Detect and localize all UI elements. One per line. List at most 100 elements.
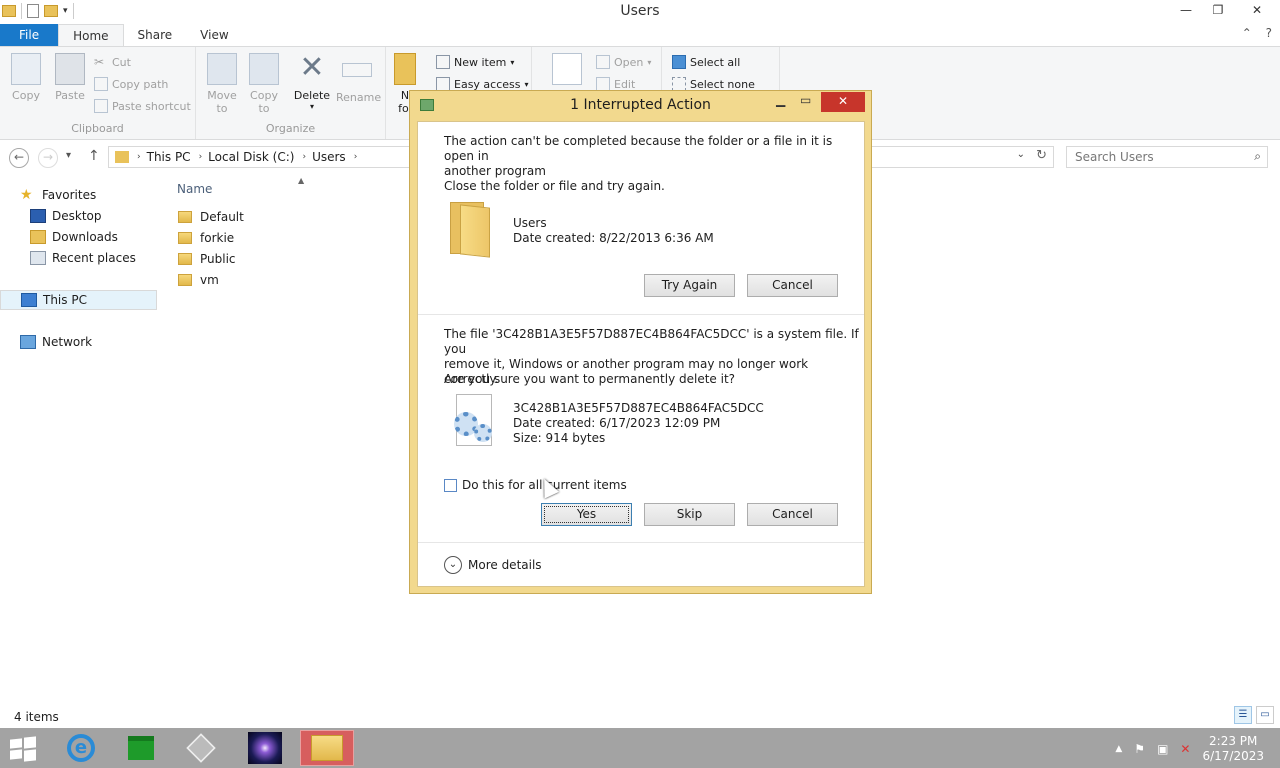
search-input[interactable]: Search Users ⌕ <box>1066 146 1268 168</box>
nav-recent-places[interactable]: Recent places <box>30 248 136 268</box>
column-header-name[interactable]: Name <box>177 182 212 196</box>
rename-button[interactable]: Rename <box>336 53 381 104</box>
list-item[interactable]: Default <box>178 207 244 227</box>
list-item[interactable]: vm <box>178 270 219 290</box>
paste-icon <box>55 53 85 85</box>
try-again-button[interactable]: Try Again <box>644 274 735 297</box>
folder-date-created: Date created: 8/22/2013 6:36 AM <box>513 231 714 245</box>
file-date-created: Date created: 6/17/2023 12:09 PM <box>513 416 721 430</box>
chevron-down-icon[interactable]: ⌄ <box>444 556 462 574</box>
forward-button[interactable]: → <box>38 148 58 168</box>
taskbar-space-app[interactable] <box>238 730 292 766</box>
open-icon <box>596 55 610 69</box>
taskbar-app[interactable] <box>174 730 228 766</box>
back-button[interactable]: ← <box>9 148 29 168</box>
dialog-close-button[interactable]: ✕ <box>821 92 865 112</box>
address-dropdown-icon[interactable]: ⌄ <box>1017 149 1025 160</box>
new-item-button[interactable]: New item ▾ <box>436 53 514 71</box>
copy-path-button[interactable]: Copy path <box>94 75 168 93</box>
close-button[interactable]: ✕ <box>1234 0 1280 22</box>
nav-this-pc[interactable]: This PC <box>0 290 157 310</box>
move-to-label: Move <box>207 89 237 102</box>
taskbar-file-explorer[interactable] <box>300 730 354 766</box>
delete-button[interactable]: ✕ Delete ▾ <box>292 53 332 112</box>
breadcrumb-local-disk[interactable]: Local Disk (C:) <box>208 150 294 164</box>
more-details-link[interactable]: More details <box>468 558 542 573</box>
open-button[interactable]: Open ▾ <box>596 53 651 71</box>
breadcrumb-this-pc[interactable]: This PC <box>147 150 191 164</box>
title-bar: ▾ Users — ❐ ✕ <box>0 0 1280 24</box>
select-all-button[interactable]: Select all <box>672 53 740 71</box>
paste-shortcut-button[interactable]: Paste shortcut <box>94 97 191 115</box>
collapse-ribbon-icon[interactable]: ⌃ <box>1242 26 1252 40</box>
volume-muted-icon[interactable]: ✕ <box>1180 742 1190 756</box>
nav-network[interactable]: Network <box>20 332 92 352</box>
skip-button[interactable]: Skip <box>644 503 735 526</box>
package-icon <box>186 733 216 763</box>
ribbon-controls: ⌃ ? <box>1232 26 1272 40</box>
breadcrumb-chevron-icon[interactable]: › <box>302 152 306 162</box>
copy-icon <box>11 53 41 85</box>
cut-button[interactable]: ✂ Cut <box>94 53 131 71</box>
dialog-maximize-button[interactable]: ▭ <box>800 93 811 107</box>
cancel-button[interactable]: Cancel <box>747 274 838 297</box>
apply-to-all-checkbox[interactable] <box>444 479 457 492</box>
taskbar-store[interactable] <box>114 730 168 766</box>
copy-to-button[interactable]: Copy to <box>246 53 282 115</box>
new-item-label: New item <box>454 55 507 69</box>
help-icon[interactable]: ? <box>1266 26 1272 40</box>
copy-button[interactable]: Copy <box>8 53 44 102</box>
edit-icon <box>596 77 610 91</box>
move-to-label-2: to <box>216 102 228 115</box>
tab-file[interactable]: File <box>0 24 59 47</box>
tab-view[interactable]: View <box>186 24 242 47</box>
taskbar-internet-explorer[interactable]: e <box>54 730 108 766</box>
nav-favorites[interactable]: ★ Favorites <box>20 185 96 205</box>
folder-icon <box>448 198 492 258</box>
recent-locations-dropdown-icon[interactable]: ▾ <box>66 150 71 161</box>
nav-downloads[interactable]: Downloads <box>30 227 118 247</box>
search-placeholder: Search Users <box>1075 150 1154 164</box>
select-none-label: Select none <box>690 77 755 91</box>
move-to-icon <box>207 53 237 85</box>
navigation-pane: ★ Favorites Desktop Downloads Recent pla… <box>0 180 160 700</box>
select-all-label: Select all <box>690 55 741 69</box>
paste-shortcut-label: Paste shortcut <box>112 99 191 113</box>
properties-button[interactable] <box>550 53 584 89</box>
search-icon[interactable]: ⌕ <box>1254 149 1261 164</box>
yes-button[interactable]: Yes <box>541 503 632 526</box>
dialog-minimize-button[interactable]: ▁ <box>776 93 785 107</box>
sort-ascending-icon: ▲ <box>298 176 305 185</box>
select-none-icon <box>672 77 686 91</box>
copy-to-label-2: to <box>258 102 270 115</box>
paste-button[interactable]: Paste <box>52 53 88 102</box>
action-center-flag-icon[interactable]: ⚑ <box>1134 742 1145 756</box>
taskbar-clock[interactable]: 2:23 PM 6/17/2023 <box>1202 734 1264 764</box>
new-item-dropdown-icon: ▾ <box>510 57 515 67</box>
minimize-button[interactable]: — <box>1170 0 1202 22</box>
breadcrumb-chevron-icon[interactable]: › <box>354 152 358 162</box>
start-button[interactable] <box>8 736 38 762</box>
nav-desktop[interactable]: Desktop <box>30 206 102 226</box>
refresh-icon[interactable]: ↻ <box>1036 148 1047 163</box>
breadcrumb-chevron-icon[interactable]: › <box>137 152 141 162</box>
interrupted-action-dialog: 1 Interrupted Action ▁ ▭ ✕ The action ca… <box>409 90 872 594</box>
list-item[interactable]: forkie <box>178 228 234 248</box>
up-button[interactable]: ↑ <box>88 148 100 164</box>
tab-home[interactable]: Home <box>58 24 124 47</box>
large-icons-view-icon[interactable]: ▭ <box>1256 706 1274 724</box>
show-hidden-icons-icon[interactable]: ▲ <box>1115 744 1122 754</box>
star-icon: ★ <box>20 187 33 203</box>
details-view-icon[interactable]: ☰ <box>1234 706 1252 724</box>
list-item[interactable]: Public <box>178 249 236 269</box>
close-and-retry-message: Close the folder or file and try again. <box>444 179 665 193</box>
cancel-button[interactable]: Cancel <box>747 503 838 526</box>
breadcrumb-chevron-icon[interactable]: › <box>199 152 203 162</box>
easy-access-icon <box>436 77 450 91</box>
move-to-button[interactable]: Move to <box>204 53 240 115</box>
window-controls: — ❐ ✕ <box>1170 0 1280 22</box>
maximize-button[interactable]: ❐ <box>1202 0 1234 22</box>
tab-share[interactable]: Share <box>124 24 187 47</box>
breadcrumb-users[interactable]: Users <box>312 150 346 164</box>
network-status-icon[interactable]: ▣ <box>1157 742 1168 756</box>
